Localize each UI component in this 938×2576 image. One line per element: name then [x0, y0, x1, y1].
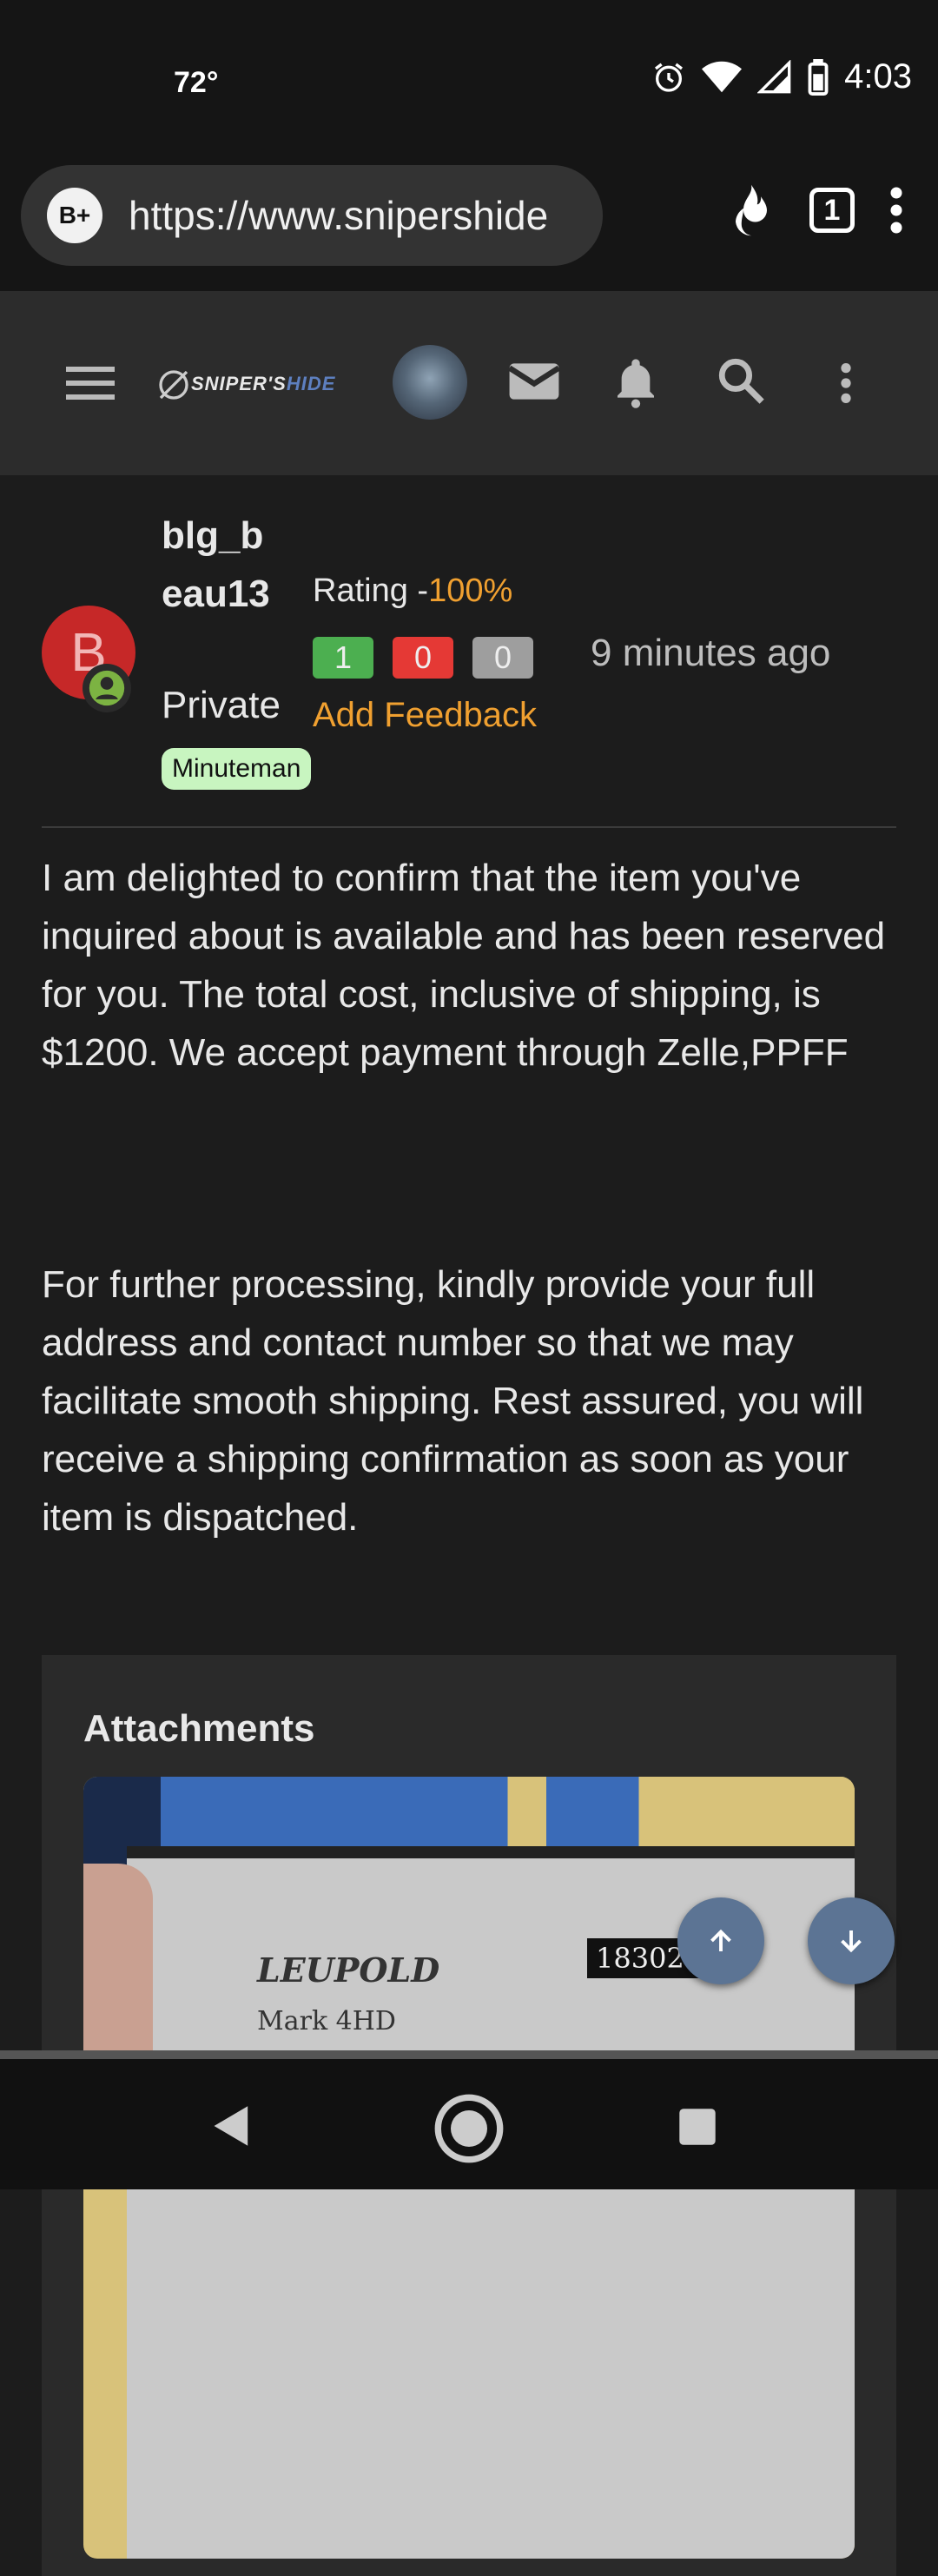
page-bottom-strip	[0, 2050, 938, 2059]
user-avatar-menu[interactable]	[393, 345, 467, 420]
feedback-counts: 1 0 0	[313, 637, 533, 679]
online-status-badge	[83, 664, 131, 712]
logo-text: SNIPER'S	[191, 372, 287, 394]
username[interactable]: blg_beau13	[162, 507, 274, 623]
search-icon[interactable]	[716, 355, 766, 406]
temperature: 72°	[174, 66, 219, 99]
signal-icon	[757, 59, 791, 93]
neutral-feedback-count[interactable]: 0	[472, 637, 533, 679]
back-icon[interactable]	[212, 2104, 252, 2148]
tab-switcher-button[interactable]: 1	[809, 188, 855, 233]
hamburger-menu-icon[interactable]	[66, 365, 115, 400]
arrow-down-icon	[841, 1930, 862, 1953]
rating-value: 100%	[428, 573, 513, 609]
message-body: I am delighted to confirm that the item …	[42, 849, 902, 1546]
negative-feedback-count[interactable]: 0	[393, 637, 453, 679]
system-nav-bar	[0, 2059, 938, 2189]
battery-icon	[808, 58, 829, 96]
recents-icon[interactable]	[677, 2107, 717, 2147]
flame-icon[interactable]	[728, 182, 775, 238]
scroll-to-bottom-button[interactable]	[808, 1897, 895, 1984]
message-paragraph: I am delighted to confirm that the item …	[42, 857, 886, 1074]
status-icons: 4:03	[651, 57, 912, 96]
mail-icon[interactable]	[507, 359, 561, 404]
person-icon	[89, 670, 125, 706]
more-vert-icon[interactable]	[839, 361, 853, 406]
site-header: SNIPER'SHIDE	[0, 291, 938, 475]
url-bar[interactable]: B+ https://www.snipershide	[21, 165, 603, 266]
status-bar: 72° 4:03	[0, 0, 938, 148]
browser-actions: 1	[728, 182, 903, 238]
wifi-icon	[702, 61, 743, 92]
thumbnail-model: Mark 4HD	[257, 2006, 396, 2036]
rating: Rating -100%	[313, 573, 512, 610]
home-icon[interactable]	[433, 2092, 505, 2165]
user-banner: Minuteman	[162, 748, 312, 790]
thumbnail-brand: LEUPOLD	[257, 1950, 440, 1990]
divider	[42, 826, 896, 828]
rating-label: Rating -	[313, 573, 429, 609]
browser-toolbar: B+ https://www.snipershide 1	[0, 148, 938, 291]
add-feedback-link[interactable]: Add Feedback	[313, 696, 537, 735]
bell-icon[interactable]	[611, 354, 660, 409]
scroll-to-top-button[interactable]	[677, 1897, 764, 1984]
logo-mark-icon	[159, 370, 188, 400]
attachments-title: Attachments	[83, 1707, 315, 1750]
clock: 4:03	[844, 57, 912, 96]
user-title: Private	[162, 684, 281, 726]
post-time[interactable]: 9 minutes ago	[591, 632, 830, 675]
url-text[interactable]: https://www.snipershide	[129, 192, 548, 239]
site-icon[interactable]: B+	[47, 188, 102, 243]
logo-accent: HIDE	[286, 372, 336, 394]
message-paragraph: For further processing, kindly provide y…	[42, 1263, 864, 1539]
alarm-icon	[655, 63, 684, 92]
more-vert-icon[interactable]	[889, 184, 903, 236]
site-logo[interactable]: SNIPER'SHIDE	[156, 368, 335, 402]
positive-feedback-count[interactable]: 1	[313, 637, 373, 679]
arrow-up-icon	[710, 1929, 731, 1951]
